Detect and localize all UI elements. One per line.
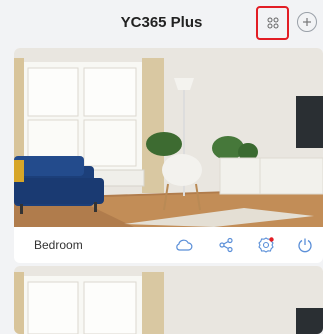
share-icon	[219, 237, 233, 253]
settings-icon	[258, 237, 274, 253]
plus-icon	[303, 18, 311, 26]
settings-badge	[269, 237, 274, 242]
camera-name: Bedroom	[34, 238, 83, 252]
camera-toolbar: Bedroom	[14, 227, 323, 263]
power-button[interactable]	[293, 233, 317, 257]
power-icon	[298, 238, 312, 253]
camera-card: Bedroom	[14, 48, 323, 263]
camera-card	[14, 266, 323, 334]
living-room-image	[14, 48, 323, 227]
settings-button[interactable]	[254, 233, 278, 257]
grid-view-icon	[267, 17, 278, 29]
grid-view-button[interactable]	[256, 6, 289, 40]
camera-preview[interactable]	[14, 48, 323, 227]
share-button[interactable]	[214, 233, 238, 257]
cloud-button[interactable]	[172, 233, 196, 257]
add-device-button[interactable]	[297, 12, 317, 32]
camera-preview[interactable]	[14, 266, 323, 334]
living-room-image	[14, 266, 323, 334]
top-header: YC365 Plus	[0, 0, 323, 44]
cloud-icon	[176, 239, 193, 251]
